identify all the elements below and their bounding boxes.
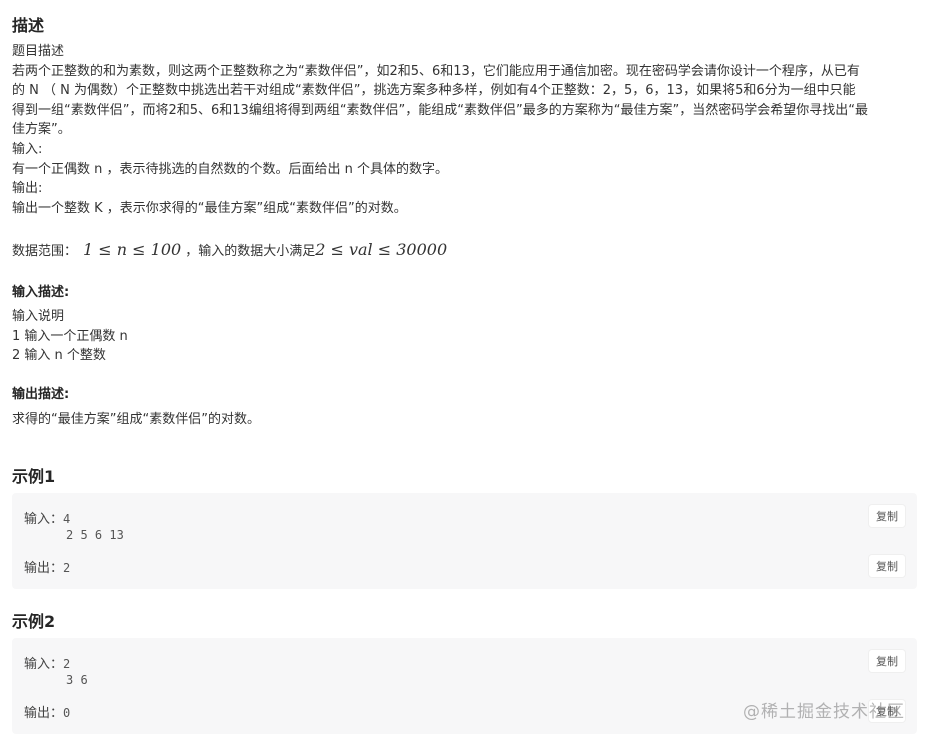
- description-title: 描述: [12, 16, 45, 35]
- output-label: 输出：: [24, 706, 64, 721]
- range-formula-val: 2 ≤ val ≤ 30000: [315, 240, 448, 259]
- description-body: 题目描述 若两个正整数的和为素数，则这两个正整数称之为“素数伴侣”，如2和5、6…: [12, 42, 912, 218]
- range-label: 数据范围：: [12, 244, 78, 259]
- example-1-output-value: 2: [63, 561, 71, 575]
- example-2-input-row-2: 3 6: [66, 673, 88, 688]
- example-1-input-row-2: 2 5 6 13: [66, 528, 124, 543]
- input-description-line: 1 输入一个正偶数 n: [12, 328, 128, 344]
- description-line: 输出一个整数 K ，表示你求得的“最佳方案”组成“素数伴侣”的对数。: [12, 200, 407, 216]
- example-1-input-row: 输入：4: [24, 508, 70, 527]
- description-line: 输出:: [12, 181, 43, 197]
- example-1-title: 示例1: [12, 467, 56, 486]
- description-line: 若两个正整数的和为素数，则这两个正整数称之为“素数伴侣”，如2和5、6和13，它…: [12, 63, 860, 79]
- description-line: 输入:: [12, 141, 43, 157]
- example-2-input-row: 输入：2: [24, 653, 70, 672]
- example-1-input-value: 2 5 6 13: [66, 528, 124, 542]
- input-description-line: 2 输入 n 个整数: [12, 348, 106, 364]
- description-line: 的 N （ N 为偶数）个正整数中挑选出若干对组成“素数伴侣”，挑选方案多种多样…: [12, 83, 856, 99]
- description-line: 佳方案”。: [12, 122, 71, 138]
- description-line: 得到一组“素数伴侣”，而将2和5、6和13编组将得到两组“素数伴侣”，能组成“素…: [12, 102, 868, 118]
- copy-input-button[interactable]: 复制: [869, 505, 905, 527]
- example-2-input-value: 2: [63, 657, 71, 671]
- input-label: 输入：: [24, 657, 64, 672]
- example-1-output-row: 输出：2: [24, 557, 70, 576]
- example-2-title: 示例2: [12, 612, 56, 631]
- watermark-text: @稀土掘金技术社区: [743, 702, 905, 722]
- input-description-title: 输入描述:: [12, 285, 70, 300]
- input-description-line: 输入说明: [12, 309, 65, 324]
- example-2-input-value: 3 6: [66, 673, 88, 687]
- copy-output-button[interactable]: 复制: [869, 555, 905, 577]
- example-1-box: 输入：4 2 5 6 13 复制 输出：2 复制: [12, 493, 917, 589]
- description-line: 有一个正偶数 n ，表示待挑选的自然数的个数。后面给出 n 个具体的数字。: [12, 161, 449, 177]
- example-1-input-value: 4: [63, 512, 71, 526]
- input-description-body: 输入说明 1 输入一个正偶数 n 2 输入 n 个整数: [12, 307, 128, 366]
- example-2-output-row: 输出：0: [24, 702, 70, 721]
- input-label: 输入：: [24, 512, 64, 527]
- output-description-body: 求得的“最佳方案”组成“素数伴侣”的对数。: [12, 412, 260, 427]
- range-formula-n: 1 ≤ n ≤ 100: [83, 240, 182, 259]
- range-middle-text: ，输入的数据大小满足: [185, 244, 316, 259]
- output-label: 输出：: [24, 561, 64, 576]
- description-line: 题目描述: [12, 44, 65, 59]
- data-range: 数据范围： 1 ≤ n ≤ 100 ，输入的数据大小满足 2 ≤ val ≤ 3…: [12, 240, 447, 259]
- example-2-output-value: 0: [63, 706, 71, 720]
- output-description-title: 输出描述:: [12, 387, 70, 402]
- copy-input-button[interactable]: 复制: [869, 650, 905, 672]
